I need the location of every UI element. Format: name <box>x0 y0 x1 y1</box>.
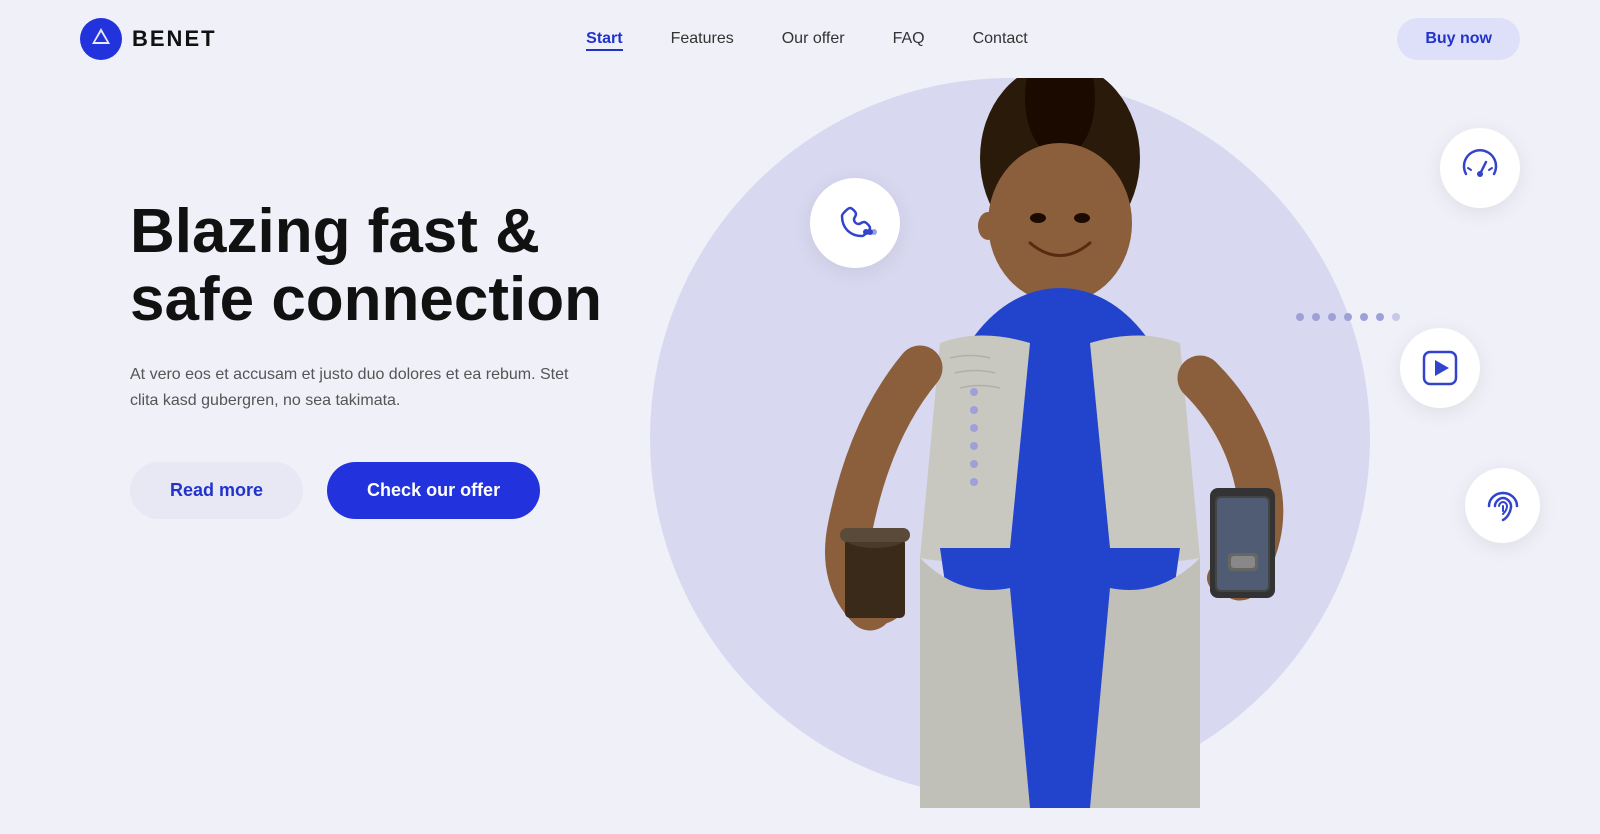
hero-section: Blazing fast & safe connection At vero e… <box>0 78 1600 834</box>
nav-item-start[interactable]: Start <box>586 30 622 48</box>
nav-item-features[interactable]: Features <box>671 30 734 48</box>
dot-5 <box>1360 313 1368 321</box>
nav-links: Start Features Our offer FAQ Contact <box>586 30 1028 48</box>
read-more-button[interactable]: Read more <box>130 462 303 519</box>
nav-item-our-offer[interactable]: Our offer <box>782 30 845 48</box>
phone-icon <box>832 200 878 246</box>
play-icon <box>1418 346 1462 390</box>
nav-item-faq[interactable]: FAQ <box>893 30 925 48</box>
logo: BENET <box>80 18 217 60</box>
vdot-1 <box>970 388 978 396</box>
speedometer-icon <box>1458 146 1502 190</box>
navbar: BENET Start Features Our offer FAQ Conta… <box>0 0 1600 78</box>
dots-horizontal-decoration <box>1296 313 1400 321</box>
hero-description: At vero eos et accusam et justo duo dolo… <box>130 362 570 413</box>
hero-title: Blazing fast & safe connection <box>130 198 602 334</box>
dot-7 <box>1392 313 1400 321</box>
fingerprint-icon-card <box>1465 468 1540 543</box>
hero-visual <box>600 78 1600 834</box>
brand-name: BENET <box>132 26 217 52</box>
fingerprint-icon <box>1482 485 1524 527</box>
hero-buttons: Read more Check our offer <box>130 462 602 519</box>
vdot-5 <box>970 460 978 468</box>
play-icon-card <box>1400 328 1480 408</box>
vdot-2 <box>970 406 978 414</box>
buy-now-button[interactable]: Buy now <box>1397 18 1520 60</box>
dot-6 <box>1376 313 1384 321</box>
nav-item-contact[interactable]: Contact <box>973 30 1028 48</box>
dot-4 <box>1344 313 1352 321</box>
vdot-6 <box>970 478 978 486</box>
person-image <box>720 78 1400 808</box>
vdot-4 <box>970 442 978 450</box>
dot-3 <box>1328 313 1336 321</box>
speedometer-icon-card <box>1440 128 1520 208</box>
dot-2 <box>1312 313 1320 321</box>
dots-vertical-decoration <box>970 388 978 486</box>
logo-icon <box>80 18 122 60</box>
person-svg <box>720 78 1400 808</box>
dot-1 <box>1296 313 1304 321</box>
check-offer-button[interactable]: Check our offer <box>327 462 540 519</box>
hero-content: Blazing fast & safe connection At vero e… <box>130 198 602 519</box>
vdot-3 <box>970 424 978 432</box>
phone-icon-card <box>810 178 900 268</box>
